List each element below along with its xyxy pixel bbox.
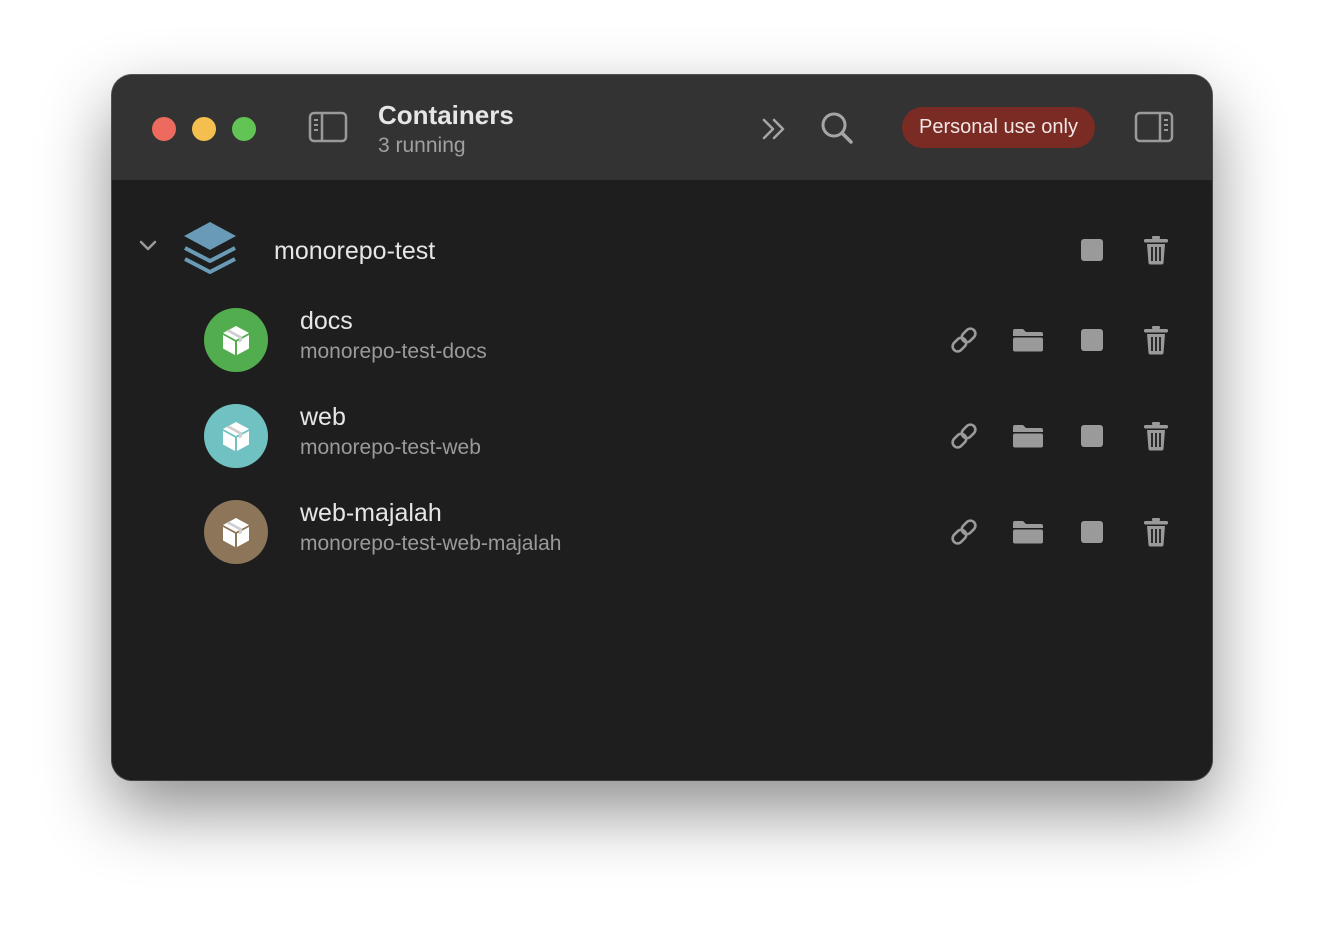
stop-icon[interactable] [1072,416,1112,456]
close-window-button[interactable] [152,117,176,141]
search-icon[interactable] [818,109,856,147]
stop-icon[interactable] [1072,230,1112,270]
stop-icon[interactable] [1072,320,1112,360]
stop-icon[interactable] [1072,512,1112,552]
sidebar-left-icon[interactable] [306,109,350,145]
trash-icon[interactable] [1136,416,1176,456]
chevron-down-icon[interactable] [136,238,160,259]
container-name: web-majalah [300,499,442,527]
container-name: web [300,403,346,431]
page-title: Containers [378,100,514,130]
box-icon [223,422,249,451]
license-badge[interactable]: Personal use only [902,107,1095,148]
container-row[interactable]: web-majalah monorepo-test-web-majalah [112,484,1212,580]
container-row[interactable]: web monorepo-test-web [112,388,1212,484]
maximize-window-button[interactable] [232,117,256,141]
container-full-name: monorepo-test-web-majalah [300,532,562,555]
minimize-window-button[interactable] [192,117,216,141]
container-avatar [204,500,268,564]
app-window: Containers 3 running Personal use only m… [112,75,1212,780]
container-full-name: monorepo-test-docs [300,340,487,363]
container-avatar [204,308,268,372]
box-icon [223,326,249,355]
container-full-name: monorepo-test-web [300,436,481,459]
title-block: Containers 3 running [378,99,514,159]
chevron-double-right-icon[interactable] [758,113,790,145]
box-icon [223,518,249,547]
sidebar-right-icon[interactable] [1132,109,1176,145]
container-avatar [204,404,268,468]
folder-icon[interactable] [1008,320,1048,360]
link-icon[interactable] [944,320,984,360]
trash-icon[interactable] [1136,512,1176,552]
folder-icon[interactable] [1008,512,1048,552]
container-name: docs [300,307,353,335]
link-icon[interactable] [944,416,984,456]
container-list: monorepo-test docs monorepo-test-docs we… [112,180,1212,780]
trash-icon[interactable] [1136,230,1176,270]
titlebar: Containers 3 running Personal use only [112,75,1212,180]
folder-icon[interactable] [1008,416,1048,456]
link-icon[interactable] [944,512,984,552]
container-row[interactable]: docs monorepo-test-docs [112,292,1212,388]
stack-layers-icon [180,218,240,287]
trash-icon[interactable] [1136,320,1176,360]
group-name: monorepo-test [274,237,436,265]
running-count: 3 running [378,134,466,157]
